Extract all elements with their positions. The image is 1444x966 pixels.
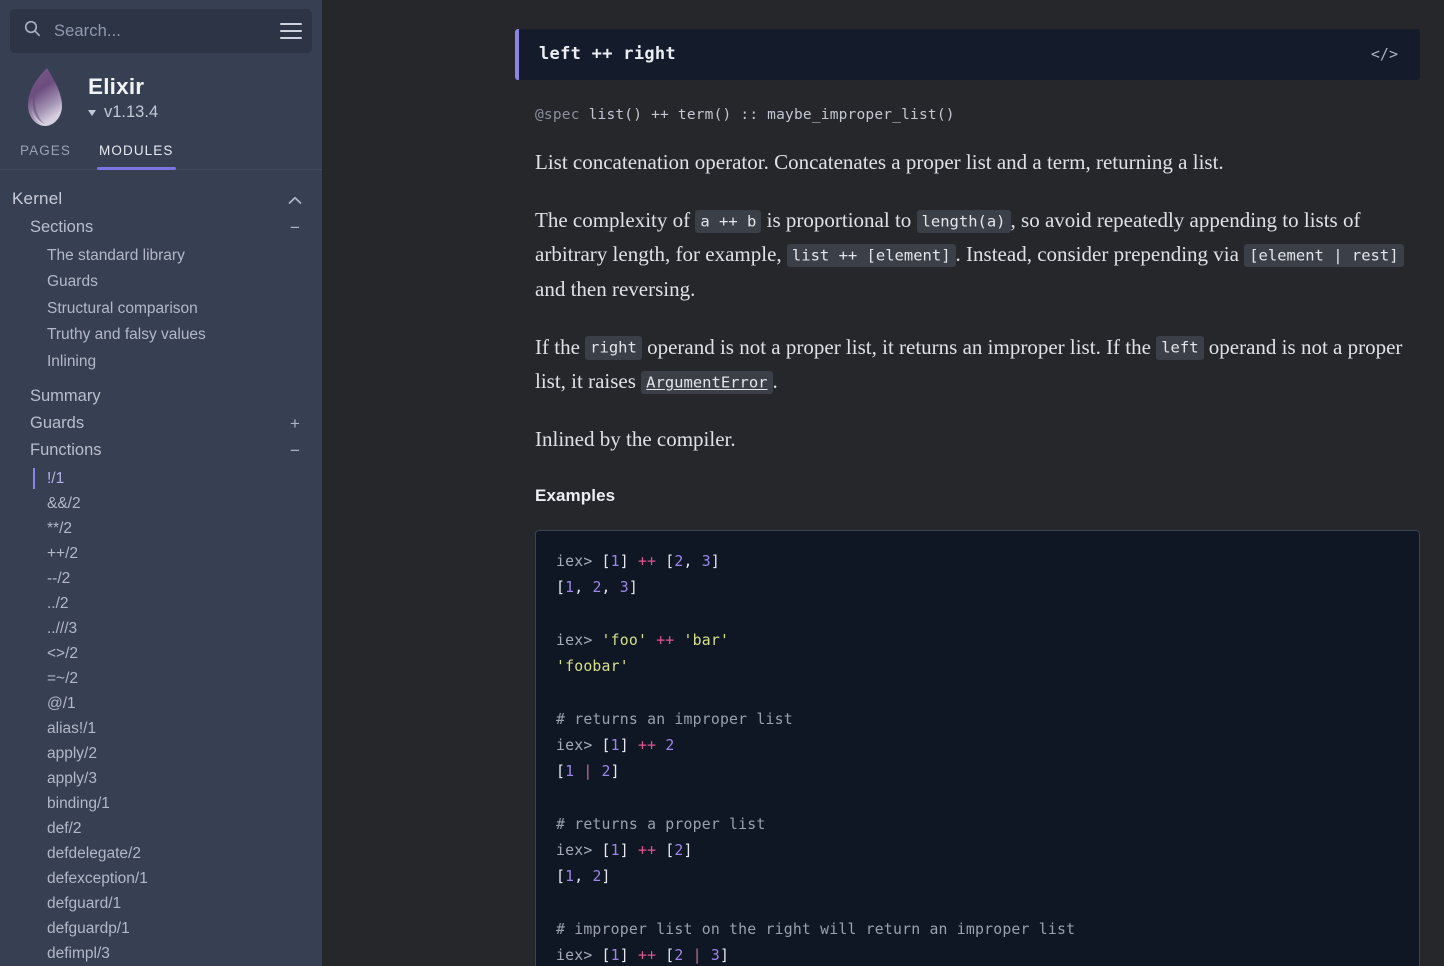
sidebar-group-sections: Sections − The standard library Guards S… (0, 214, 322, 383)
inline-code-right: right (585, 336, 642, 360)
sidebar-item-range-2[interactable]: ../2 (0, 591, 322, 616)
sidebar-item-binding-1[interactable]: binding/1 (0, 791, 322, 816)
paragraph-inlined-text: Inlined by the compiler. (535, 427, 736, 452)
sidebar-sublist-sections: The standard library Guards Structural c… (0, 241, 322, 383)
sidebar-item-structural-comparison[interactable]: Structural comparison (0, 296, 322, 322)
sidebar: Elixir v1.13.4 PAGES MODULES Kernel Sect… (0, 0, 322, 966)
sidebar-item-inlining[interactable]: Inlining (0, 349, 322, 375)
sidebar-nav: Kernel Sections − The standard library G… (0, 170, 322, 966)
sidebar-item-defdelegate-2[interactable]: defdelegate/2 (0, 841, 322, 866)
sidebar-tabs: PAGES MODULES (0, 129, 322, 170)
code-example-content: iex> [1] ++ [2, 3] [1, 2, 3] iex> 'foo' … (556, 552, 1076, 965)
function-spec: @spec list() ++ term() :: maybe_improper… (535, 107, 1420, 123)
tab-pages[interactable]: PAGES (18, 137, 73, 169)
paragraph-inlined: Inlined by the compiler. (535, 422, 1420, 456)
project-brand: Elixir v1.13.4 (0, 53, 322, 129)
sidebar-group-header-guards[interactable]: Guards + (0, 410, 322, 437)
inline-code-length-a: length(a) (916, 209, 1011, 234)
inline-code-left: left (1156, 336, 1204, 360)
sidebar-function-list: !/1 &&/2 **/2 ++/2 --/2 ../2 ..///3 <>/2… (0, 464, 322, 966)
spec-at-keyword: @spec (535, 107, 580, 123)
sidebar-item-apply-3[interactable]: apply/3 (0, 766, 322, 791)
sidebar-group-header-sections[interactable]: Sections − (0, 214, 322, 241)
sidebar-item-apply-2[interactable]: apply/2 (0, 741, 322, 766)
sidebar-group-label: Guards (30, 414, 85, 433)
sidebar-item-concat-2[interactable]: ++/2 (0, 541, 322, 566)
elixir-drop-logo-icon (22, 65, 68, 129)
sidebar-item-subtract-2[interactable]: --/2 (0, 566, 322, 591)
text-fragment: . (772, 369, 778, 394)
expand-plus-icon[interactable]: + (288, 415, 302, 432)
search-input[interactable] (41, 21, 280, 41)
collapse-minus-icon[interactable]: − (288, 442, 302, 459)
sidebar-item-defguard-1[interactable]: defguard/1 (0, 891, 322, 916)
sidebar-item-defguardp-1[interactable]: defguardp/1 (0, 916, 322, 941)
sidebar-item-defimpl-3[interactable]: defimpl/3 (0, 941, 322, 966)
sidebar-search-area (0, 0, 322, 53)
sidebar-item-alias-bang-1[interactable]: alias!/1 (0, 716, 322, 741)
function-detail-header: left ++ right </> (515, 29, 1420, 80)
sidebar-item-binary-concat-2[interactable]: <>/2 (0, 641, 322, 666)
text-fragment: If the (535, 334, 586, 359)
function-signature: left ++ right (539, 44, 676, 64)
paragraph-complexity: The complexity of a ++ b is proportional… (535, 203, 1420, 306)
text-fragment: is proportional to (761, 208, 917, 233)
view-source-icon[interactable]: </> (1371, 45, 1398, 63)
sidebar-group-label: Sections (30, 218, 94, 236)
inline-code-a-plus-b: a ++ b (695, 209, 762, 234)
sidebar-item-truthy-and-falsy-values[interactable]: Truthy and falsy values (0, 322, 322, 348)
version-selector[interactable]: v1.13.4 (88, 103, 158, 122)
text-fragment: The complexity of (535, 208, 696, 233)
sidebar-item-guards[interactable]: Guards (0, 269, 322, 295)
sidebar-group-header-functions[interactable]: Functions − (0, 437, 322, 464)
sidebar-item-range-step-3[interactable]: ..///3 (0, 616, 322, 641)
paragraph-intro: List concatenation operator. Concatenate… (535, 145, 1420, 179)
sidebar-item-the-standard-library[interactable]: The standard library (0, 243, 322, 269)
paragraph-intro-text: List concatenation operator. Concatenate… (535, 150, 1224, 174)
sidebar-item-defexception-1[interactable]: defexception/1 (0, 866, 322, 891)
inline-code-list-plus-element: list ++ [element] (786, 243, 956, 268)
sidebar-group-label: Functions (30, 441, 102, 460)
doc-body: left ++ right </> @spec list() ++ term()… (322, 0, 1444, 966)
inline-code-element-rest: [element | rest] (1244, 243, 1404, 268)
tab-modules[interactable]: MODULES (97, 137, 176, 170)
text-fragment: operand is not a proper list, it returns… (641, 334, 1157, 359)
search-icon (24, 20, 41, 42)
chevron-up-icon[interactable] (288, 191, 302, 208)
search-bar[interactable] (10, 9, 312, 53)
sidebar-item-pow-2[interactable]: **/2 (0, 516, 322, 541)
project-name: Elixir (88, 73, 145, 99)
caret-down-icon (88, 110, 96, 116)
main-content: left ++ right </> @spec list() ++ term()… (322, 0, 1444, 966)
spec-body: list() ++ term() :: maybe_improper_list(… (579, 107, 955, 123)
sidebar-item-attribute-1[interactable]: @/1 (0, 691, 322, 716)
sidebar-group-label: Summary (30, 387, 101, 406)
code-example-block: iex> [1] ++ [2, 3] [1, 2, 3] iex> 'foo' … (535, 529, 1420, 966)
text-fragment: and then reversing. (535, 276, 696, 301)
sidebar-item-def-2[interactable]: def/2 (0, 816, 322, 841)
sidebar-module-kernel[interactable]: Kernel (0, 184, 322, 214)
version-label: v1.13.4 (104, 102, 159, 121)
examples-heading: Examples (535, 485, 616, 505)
sidebar-item-match-2[interactable]: =~/2 (0, 666, 322, 691)
link-argument-error[interactable]: ArgumentError (641, 370, 773, 395)
text-fragment: . Instead, consider prepending via (955, 242, 1245, 267)
collapse-minus-icon[interactable]: − (288, 219, 302, 236)
sidebar-item-and-2[interactable]: &&/2 (0, 491, 322, 516)
sidebar-group-header-summary[interactable]: Summary (0, 383, 322, 410)
paragraph-improper: If the right operand is not a proper lis… (535, 330, 1420, 398)
sidebar-item-bang-1[interactable]: !/1 (0, 466, 322, 491)
sidebar-module-label: Kernel (12, 189, 63, 208)
hamburger-menu-icon[interactable] (280, 19, 302, 43)
